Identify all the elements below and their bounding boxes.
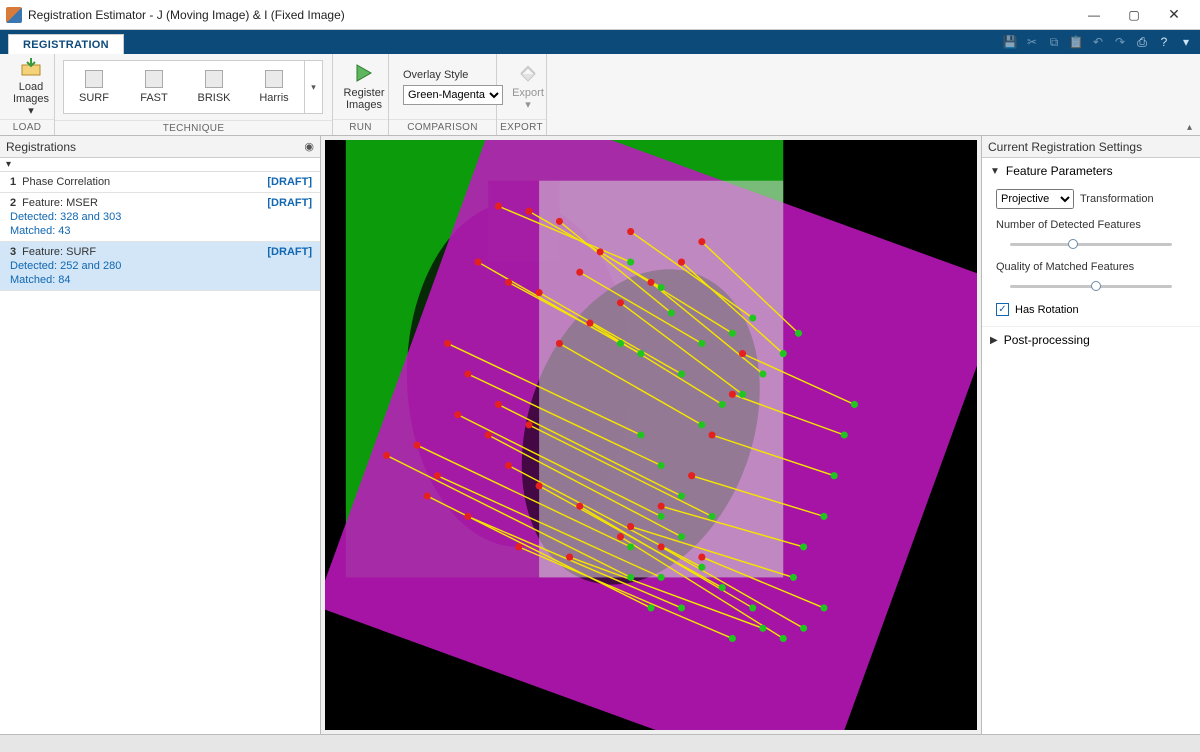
group-technique: SURF FAST BRISK Harris ▾ TECHNIQUE	[55, 54, 333, 135]
registrations-subheader[interactable]: ▾	[0, 158, 320, 172]
brisk-icon	[205, 70, 223, 88]
harris-icon	[265, 70, 283, 88]
chevron-down-icon: ▾	[525, 99, 531, 111]
titlebar: Registration Estimator - J (Moving Image…	[0, 0, 1200, 30]
has-rotation-checkbox[interactable]: ✓	[996, 303, 1009, 316]
quick-access-toolbar: 💾 ✂ ⧉ 📋 ↶ ↷ ⎙ ? ▾	[1002, 30, 1194, 54]
settings-title: Current Registration Settings	[988, 140, 1142, 154]
export-button[interactable]: Export▾	[503, 57, 553, 117]
group-export: Export▾ EXPORT	[497, 54, 547, 135]
load-images-label: Load Images ▾	[13, 81, 49, 117]
copy-icon[interactable]: ⧉	[1046, 34, 1062, 50]
group-load-label: LOAD	[0, 119, 54, 135]
panel-menu-icon[interactable]: ◉	[304, 140, 314, 153]
technique-brisk[interactable]: BRISK	[184, 61, 244, 113]
toolstrip: Load Images ▾ LOAD SURF FAST BRISK Harri…	[0, 54, 1200, 136]
matlab-icon	[6, 7, 22, 23]
undo-icon[interactable]: ↶	[1090, 34, 1106, 50]
transformation-label: Transformation	[1080, 193, 1154, 205]
settings-header: Current Registration Settings	[982, 136, 1200, 158]
cut-icon[interactable]: ✂	[1024, 34, 1040, 50]
group-comparison: Overlay Style Green-Magenta COMPARISON	[389, 54, 497, 135]
load-images-button[interactable]: Load Images ▾	[6, 57, 56, 117]
group-load: Load Images ▾ LOAD	[0, 54, 55, 135]
save-icon[interactable]: 💾	[1002, 34, 1018, 50]
feature-params-label: Feature Parameters	[1006, 164, 1113, 178]
maximize-button[interactable]: ▢	[1114, 0, 1154, 30]
transformation-select[interactable]: Projective	[996, 189, 1074, 209]
canvas-panel	[321, 136, 981, 734]
surf-icon	[85, 70, 103, 88]
post-processing-header[interactable]: ▶ Post-processing	[982, 326, 1200, 354]
load-icon	[20, 56, 42, 78]
registrations-title: Registrations	[6, 140, 76, 154]
help-icon[interactable]: ?	[1156, 34, 1172, 50]
paste-icon[interactable]: 📋	[1068, 34, 1084, 50]
register-images-button[interactable]: Register Images	[339, 57, 389, 117]
group-technique-label: TECHNIQUE	[55, 120, 332, 136]
group-run-label: RUN	[333, 119, 388, 135]
feature-params-header[interactable]: ▼ Feature Parameters	[982, 158, 1200, 185]
num-detected-slider[interactable]	[1010, 237, 1172, 251]
group-export-label: EXPORT	[497, 119, 546, 135]
collapse-icon: ▶	[990, 335, 998, 346]
technique-surf[interactable]: SURF	[64, 61, 124, 113]
group-run: Register Images RUN	[333, 54, 389, 135]
registrations-panel: Registrations ◉ ▾ 1Phase Correlation[DRA…	[0, 136, 321, 734]
register-images-label: Register Images	[344, 87, 385, 111]
expand-icon: ▼	[990, 166, 1000, 177]
quality-matched-label: Quality of Matched Features	[996, 261, 1134, 273]
num-detected-label: Number of Detected Features	[996, 219, 1141, 231]
export-icon	[517, 62, 539, 84]
registration-item[interactable]: 1Phase Correlation[DRAFT]	[0, 172, 320, 193]
collapse-toolstrip-icon[interactable]: ▴	[1187, 122, 1192, 133]
window-title: Registration Estimator - J (Moving Image…	[28, 8, 1074, 22]
has-rotation-label: Has Rotation	[1015, 304, 1079, 316]
tab-registration[interactable]: REGISTRATION	[8, 34, 124, 54]
registration-item[interactable]: 3Feature: SURF[DRAFT]Detected: 252 and 2…	[0, 242, 320, 291]
registrations-header: Registrations ◉	[0, 136, 320, 158]
overlay-style-select[interactable]: Green-Magenta	[403, 85, 503, 105]
image-canvas[interactable]	[325, 140, 977, 730]
close-button[interactable]: ✕	[1154, 0, 1194, 30]
settings-panel: Current Registration Settings ▼ Feature …	[981, 136, 1200, 734]
redo-icon[interactable]: ↷	[1112, 34, 1128, 50]
run-icon	[353, 62, 375, 84]
group-comparison-label: COMPARISON	[389, 119, 496, 135]
technique-fast[interactable]: FAST	[124, 61, 184, 113]
quality-matched-slider[interactable]	[1010, 279, 1172, 293]
registrations-list: 1Phase Correlation[DRAFT]2Feature: MSER[…	[0, 172, 320, 734]
post-processing-label: Post-processing	[1004, 333, 1090, 347]
main-area: Registrations ◉ ▾ 1Phase Correlation[DRA…	[0, 136, 1200, 734]
technique-harris[interactable]: Harris	[244, 61, 304, 113]
tabstrip: REGISTRATION 💾 ✂ ⧉ 📋 ↶ ↷ ⎙ ? ▾	[0, 30, 1200, 54]
registration-item[interactable]: 2Feature: MSER[DRAFT]Detected: 328 and 3…	[0, 193, 320, 242]
minimize-button[interactable]: —	[1074, 0, 1114, 30]
technique-dropdown[interactable]: ▾	[304, 61, 322, 113]
fast-icon	[145, 70, 163, 88]
print-icon[interactable]: ⎙	[1134, 34, 1150, 50]
options-icon[interactable]: ▾	[1178, 34, 1194, 50]
overlay-style-label: Overlay Style	[403, 69, 503, 81]
statusbar	[0, 734, 1200, 752]
